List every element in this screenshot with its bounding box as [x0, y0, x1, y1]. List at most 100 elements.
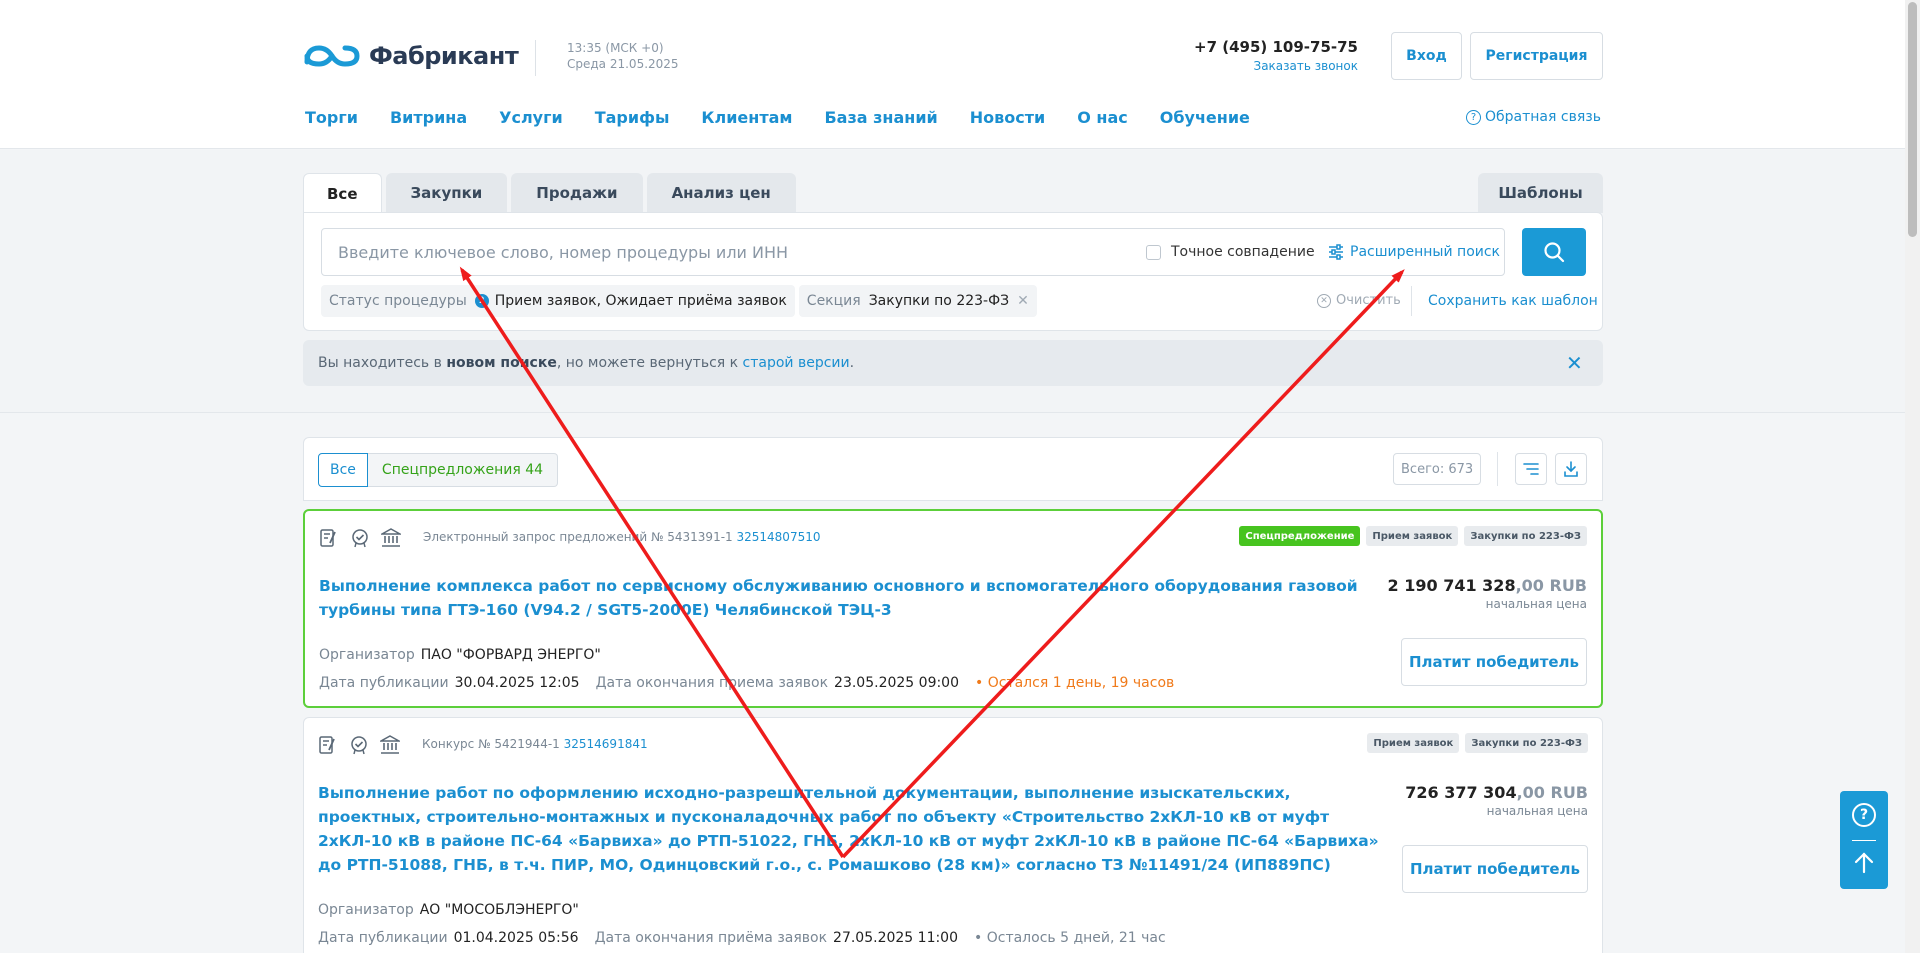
question-icon: ?: [1466, 109, 1481, 125]
sliders-icon: [1329, 244, 1343, 260]
badge-status: Прием заявок: [1366, 526, 1459, 546]
nav-item-uslugi[interactable]: Услуги: [499, 108, 563, 127]
certified-icon: [349, 735, 369, 755]
procedure-title-link[interactable]: Выполнение комплекса работ по сервисному…: [319, 574, 1389, 622]
date-text: Среда 21.05.2025: [567, 57, 679, 71]
badge-section: Закупки по 223-ФЗ: [1465, 733, 1588, 753]
time-text: 13:35 (МСК +0): [567, 41, 664, 55]
search-panel: Точное совпадение Расширенный поиск Стат…: [303, 212, 1603, 331]
search-button[interactable]: [1522, 228, 1586, 276]
winner-pays-button[interactable]: Платит победитель: [1402, 845, 1588, 893]
notice-suffix: .: [849, 355, 855, 371]
filter-chip-section[interactable]: Секция Закупки по 223-ФЗ ✕: [798, 285, 1037, 317]
procedure-type-text: Конкурс № 5421944-1: [422, 737, 560, 751]
help-icon[interactable]: ?: [1852, 803, 1876, 827]
dates-row: Дата публикации 30.04.2025 12:05 Дата око…: [319, 675, 1174, 691]
nav-item-torgi[interactable]: Торги: [305, 108, 358, 127]
filter-value: Прием заявок, Ожидает приёма заявок: [494, 293, 787, 309]
advanced-search-link[interactable]: Расширенный поиск: [1328, 244, 1500, 260]
date-label: Дата публикации: [319, 675, 449, 691]
nav-item-tarify[interactable]: Тарифы: [595, 108, 670, 127]
filter-chip-status[interactable]: Статус процедуры 2 Прием заявок, Ожидает…: [321, 285, 795, 317]
procedure-number-link[interactable]: 32514691841: [564, 737, 648, 751]
publication-date: Дата публикации 30.04.2025 12:05: [319, 675, 580, 691]
procedure-type-text: Электронный запрос предложений № 5431391…: [423, 530, 733, 544]
nav-item-vitrina[interactable]: Витрина: [390, 108, 467, 127]
feedback-link[interactable]: ? Обратная связь: [1466, 109, 1601, 125]
exact-match-label: Точное совпадение: [1171, 244, 1315, 260]
date-value: 27.05.2025 11:00: [833, 930, 959, 946]
clear-icon: ✕: [1317, 293, 1331, 308]
price-main: 726 377 304: [1405, 783, 1517, 802]
filter-value: Закупки по 223-ФЗ: [868, 293, 1010, 309]
status-badges: Спецпредложение Прием заявок Закупки по …: [1239, 526, 1587, 546]
search-icon: [1544, 242, 1565, 263]
tab-purchases[interactable]: Закупки: [385, 173, 508, 213]
scrollbar[interactable]: [1905, 0, 1920, 953]
seg-special-offers-button[interactable]: Спецпредложения 44: [367, 453, 559, 487]
price-caption: начальная цена: [1486, 804, 1588, 818]
date-value: 23.05.2025 09:00: [834, 675, 960, 691]
divider: [1497, 452, 1498, 486]
status-badges: Прием заявок Закупки по 223-ФЗ: [1367, 733, 1588, 753]
notice-text: Вы находитесь в новом поиске, но можете …: [318, 355, 854, 371]
nav-item-o-nas[interactable]: О нас: [1077, 108, 1128, 127]
organizer-name: ПАО "ФОРВАРД ЭНЕРГО": [420, 647, 601, 663]
date-label: Дата окончания приёма заявок: [594, 930, 828, 946]
remove-filter-icon[interactable]: ✕: [1017, 293, 1029, 309]
price-block: 2 190 741 328,00 RUB начальная цена: [1388, 576, 1587, 611]
divider: [535, 40, 536, 76]
nav-item-baza-znaniy[interactable]: База знаний: [824, 108, 937, 127]
winner-pays-button[interactable]: Платит победитель: [1401, 638, 1587, 686]
price-main: 2 190 741 328: [1387, 576, 1516, 595]
seg-all-button[interactable]: Все: [318, 453, 368, 487]
organizer-label: Организатор: [319, 647, 415, 663]
results-total: Всего: 673: [1393, 453, 1482, 485]
nav-item-obuchenie[interactable]: Обучение: [1160, 108, 1250, 127]
scrollbar-thumb[interactable]: [1908, 2, 1917, 237]
logo[interactable]: Фабрикант: [303, 42, 519, 70]
checkbox-box[interactable]: [1146, 244, 1161, 260]
callback-link[interactable]: Заказать звонок: [1140, 59, 1359, 73]
top-header: Фабрикант 13:35 (МСК +0) Среда 21.05.202…: [0, 0, 1920, 149]
nav-item-novosti[interactable]: Новости: [970, 108, 1045, 127]
price-value: 2 190 741 328,00 RUB: [1388, 576, 1587, 595]
end-date: Дата окончания приёма заявок 27.05.2025 1…: [595, 930, 958, 946]
organizer: Организатор ПАО "ФОРВАРД ЭНЕРГО": [319, 647, 601, 663]
close-icon[interactable]: ✕: [1566, 351, 1583, 375]
procedure-title-link[interactable]: Выполнение работ по оформлению исходно-р…: [318, 781, 1388, 877]
save-template-link[interactable]: Сохранить как шаблон: [1428, 293, 1598, 309]
sort-icon: [1523, 463, 1539, 475]
procedure-card: Электронный запрос предложений № 5431391…: [303, 509, 1603, 708]
tab-sales[interactable]: Продажи: [511, 173, 643, 213]
price-value: 726 377 304,00 RUB: [1405, 783, 1588, 802]
nav-item-klientam[interactable]: Клиентам: [701, 108, 792, 127]
badge-special-offer: Спецпредложение: [1239, 526, 1361, 546]
filter-label: Секция: [806, 293, 861, 309]
certified-icon: [350, 528, 370, 548]
procedure-type: Электронный запрос предложений № 5431391…: [423, 530, 820, 544]
dates-row: Дата публикации 01.04.2025 05:56 Дата око…: [318, 930, 1166, 946]
phone-number[interactable]: +7 (495) 109-75-75: [1140, 38, 1358, 56]
tab-price-analysis[interactable]: Анализ цен: [646, 173, 796, 213]
arrow-up-icon[interactable]: [1852, 851, 1876, 875]
old-version-link[interactable]: старой версии: [743, 355, 850, 371]
procedure-card: Конкурс № 5421944-1 32514691841 Прием за…: [303, 717, 1603, 953]
phone-block: +7 (495) 109-75-75 Заказать звонок: [1140, 38, 1358, 73]
tab-templates[interactable]: Шаблоны: [1478, 173, 1603, 213]
price-kop: ,00 RUB: [1516, 783, 1588, 802]
organizer-label: Организатор: [318, 902, 414, 918]
sort-button[interactable]: [1515, 453, 1547, 485]
clear-filters-button[interactable]: ✕ Очистить: [1317, 293, 1401, 308]
results-filter-toggle: Все Спецпредложения 44: [318, 453, 559, 487]
notice-middle: , но можете вернуться к: [556, 355, 743, 371]
procedure-number-link[interactable]: 32514807510: [737, 530, 821, 544]
login-button[interactable]: Вход: [1391, 32, 1462, 80]
download-icon: [1564, 461, 1578, 477]
download-button[interactable]: [1555, 453, 1587, 485]
tab-all[interactable]: Все: [303, 173, 382, 213]
register-button[interactable]: Регистрация: [1470, 32, 1603, 80]
exact-match-checkbox[interactable]: Точное совпадение: [1146, 244, 1315, 260]
logo-icon: [304, 45, 360, 67]
bank-icon: [380, 735, 400, 755]
